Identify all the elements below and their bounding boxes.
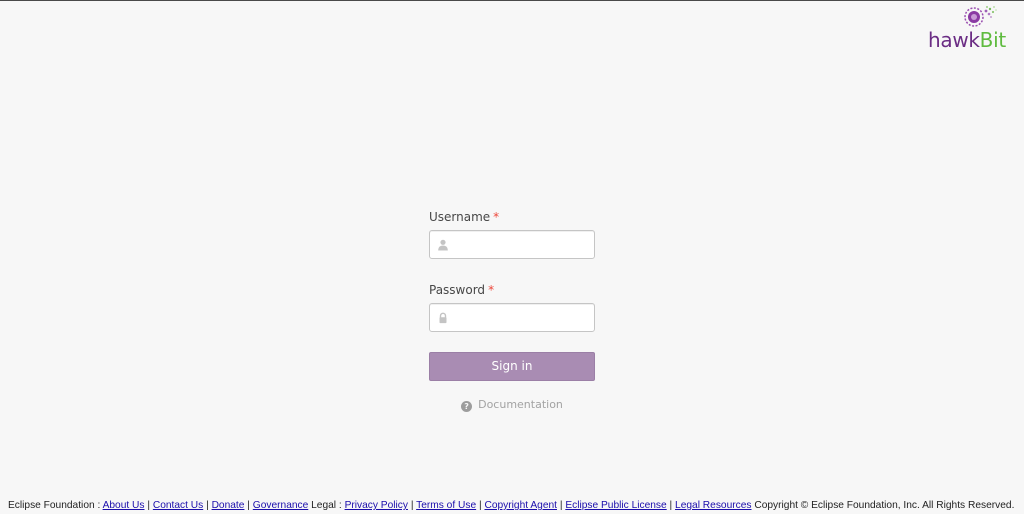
footer-link-terms-of-use[interactable]: Terms of Use (416, 500, 476, 511)
password-field[interactable] (429, 303, 595, 332)
documentation-link[interactable]: ? Documentation (429, 397, 595, 413)
logo-text-hawk: hawk (928, 28, 980, 52)
footer-link-copyright-agent[interactable]: Copyright Agent (484, 500, 557, 511)
question-circle-icon: ? (461, 401, 473, 412)
login-page: hawkBit Username * Password * Sign in ? Doc… (0, 0, 1024, 514)
hawkbit-logo: hawkBit (928, 5, 1018, 51)
sign-in-button[interactable]: Sign in (429, 352, 595, 381)
footer-separator: | (147, 500, 150, 511)
username-required-mark: * (493, 210, 500, 224)
lock-icon (439, 312, 447, 324)
footer-link-legal-resources[interactable]: Legal Resources (675, 500, 751, 511)
footer-separator: | (206, 500, 209, 511)
login-form: Username * Password * Sign in ? Documentati… (429, 208, 595, 413)
hawkbit-logo-text: hawkBit (928, 29, 1006, 51)
footer-separator: | (478, 500, 482, 511)
footer-link-governance[interactable]: Governance (253, 500, 309, 511)
password-input[interactable] (452, 304, 590, 331)
footer-separator: | (559, 500, 563, 511)
username-input[interactable] (452, 231, 590, 258)
footer-link-eclipse-public-license[interactable]: Eclipse Public License (565, 500, 666, 511)
footer-link-privacy-policy[interactable]: Privacy Policy (345, 500, 408, 511)
password-label-text: Password (429, 283, 486, 297)
footer-copyright: Copyright © Eclipse Foundation, Inc. All… (754, 500, 1015, 511)
footer-link-about-us[interactable]: About Us (103, 500, 145, 511)
user-icon (438, 239, 448, 251)
logo-text-bit: Bit (979, 28, 1007, 52)
footer-separator: | (669, 500, 673, 511)
documentation-label: Documentation (478, 398, 563, 411)
footer-separator: | (410, 500, 414, 511)
password-required-mark: * (488, 283, 495, 297)
username-label: Username * (429, 208, 595, 226)
footer-link-contact-us[interactable]: Contact Us (153, 500, 203, 511)
username-field[interactable] (429, 230, 595, 259)
footer-separator: | (247, 500, 250, 511)
footer-prefix: Eclipse Foundation : (8, 500, 101, 511)
username-label-text: Username (429, 210, 491, 224)
footer: Eclipse Foundation : About Us | Contact … (8, 499, 1014, 513)
password-label: Password * (429, 281, 595, 299)
footer-link-donate[interactable]: Donate (212, 500, 245, 511)
footer-legal-label: Legal : (311, 500, 342, 511)
hawkbit-logo-mark-icon (964, 6, 997, 27)
